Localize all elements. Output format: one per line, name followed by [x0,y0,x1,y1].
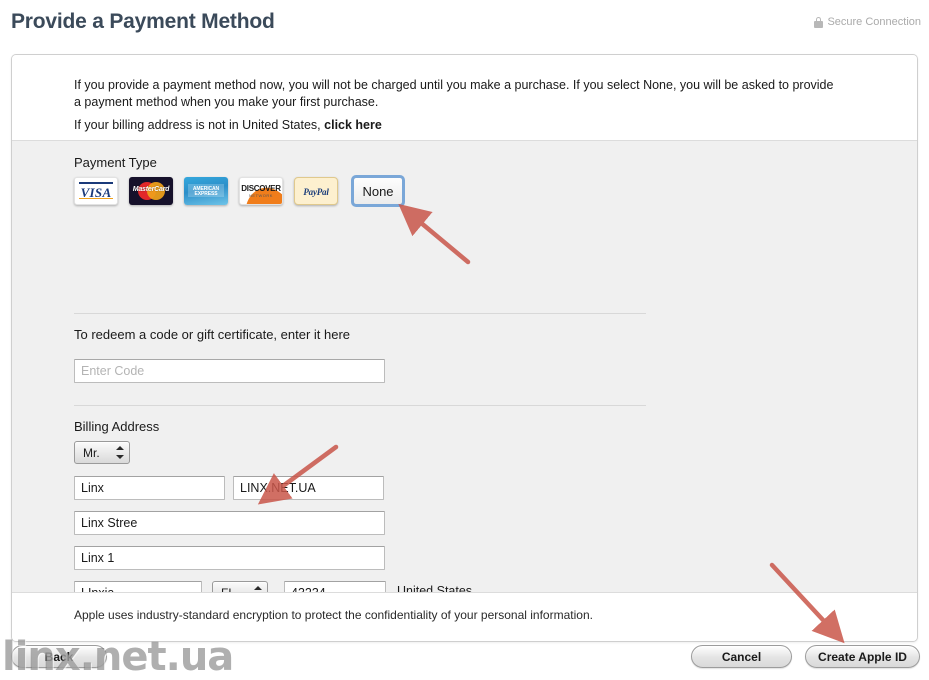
discover-card-sublabel: NETWORK [249,193,273,198]
intro-band: If you provide a payment method now, you… [12,55,917,141]
divider-2 [74,405,646,406]
billing-title-value: Mr. [83,445,100,460]
paypal-label: PayPal [303,187,329,197]
stepper-arrows-icon [114,445,125,460]
discover-card-icon[interactable]: DISCOVER NETWORK [239,177,283,205]
first-name-input[interactable] [74,476,225,500]
intro-line-2: If your billing address is not in United… [74,117,834,134]
payment-type-options: VISA MasterCard AMERICAN EXPRESS DISCOVE… [74,175,405,207]
mastercard-card-icon[interactable]: MasterCard [129,177,173,205]
visa-card-icon[interactable]: VISA [74,177,118,205]
payment-type-label: Payment Type [74,155,157,170]
intro-line-1: If you provide a payment method now, you… [74,78,834,109]
redeem-code-input[interactable] [74,359,385,383]
last-name-input[interactable] [233,476,384,500]
billing-title-select[interactable]: Mr. [74,441,130,464]
billing-address-label: Billing Address [74,419,160,434]
divider-1 [74,313,646,314]
back-button[interactable]: Back [11,645,107,668]
secure-connection-label: Secure Connection [827,16,921,28]
payment-method-panel: If you provide a payment method now, you… [11,54,918,642]
lock-icon [814,16,824,28]
panel-footer: Apple uses industry-standard encryption … [12,592,917,641]
amex-card-label: AMERICAN EXPRESS [192,186,220,197]
discover-card-label: DISCOVER [241,184,281,193]
paypal-icon[interactable]: PayPal [294,177,338,205]
payment-type-none-button[interactable]: None [351,175,405,207]
page-header: Provide a Payment Method Secure Connecti… [0,0,929,54]
secure-connection-indicator: Secure Connection [814,16,921,28]
cancel-button[interactable]: Cancel [691,645,792,668]
mastercard-card-label: MasterCard [132,186,170,193]
redeem-code-label: To redeem a code or gift certificate, en… [74,327,351,342]
title-select-wrapper: Mr. [74,441,130,464]
intro-line-2-prefix: If your billing address is not in United… [74,118,325,132]
page-title: Provide a Payment Method [11,10,275,33]
create-apple-id-button[interactable]: Create Apple ID [805,645,920,668]
address-line-2-input[interactable] [74,546,385,570]
encryption-note: Apple uses industry-standard encryption … [74,608,593,622]
amex-card-icon[interactable]: AMERICAN EXPRESS [184,177,228,205]
click-here-link[interactable]: click here [324,118,382,132]
address-line-1-input[interactable] [74,511,385,535]
button-bar: Back Cancel Create Apple ID [0,642,929,678]
